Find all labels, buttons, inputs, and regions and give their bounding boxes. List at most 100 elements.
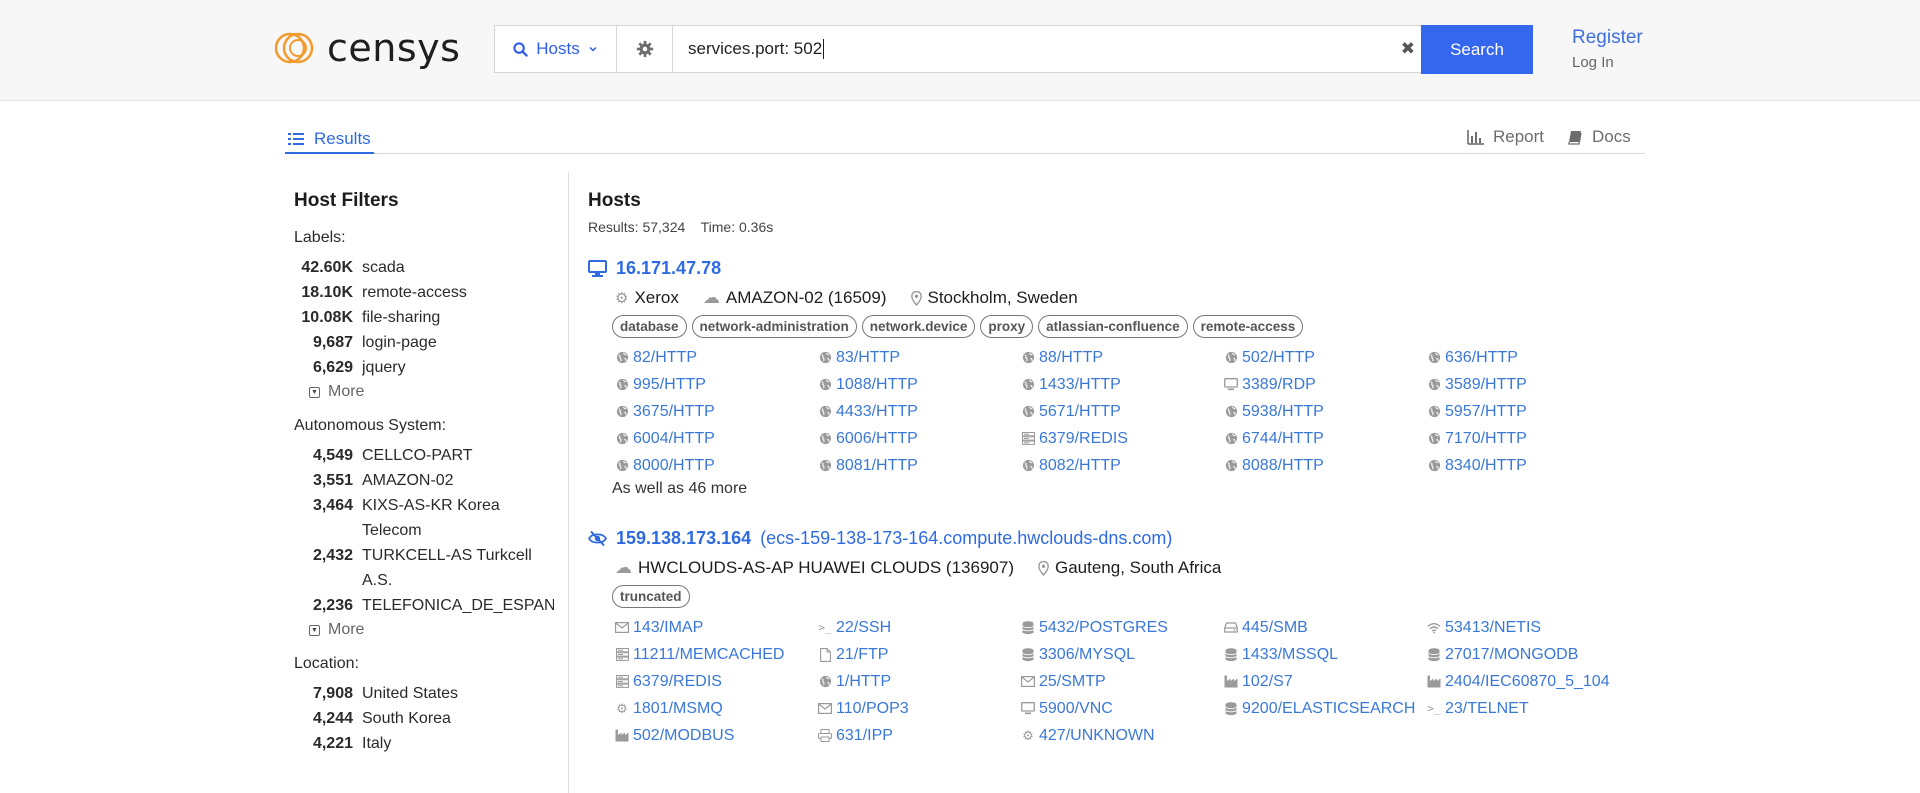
search-type-dropdown[interactable]: Hosts	[495, 26, 617, 72]
service-link[interactable]: 6379/REDIS	[615, 668, 818, 695]
service-link[interactable]: 83/HTTP	[818, 344, 1021, 371]
more-filters-button[interactable]: ▼ More	[309, 621, 554, 639]
more-filters-button[interactable]: ▼ More	[309, 383, 554, 401]
tab-results[interactable]: Results	[285, 125, 374, 154]
host-ip-link[interactable]: 16.171.47.78	[616, 258, 721, 279]
globe-icon	[818, 432, 832, 446]
server-icon	[615, 648, 629, 662]
service-link[interactable]: 1433/MSSQL	[1224, 641, 1427, 668]
service-link[interactable]: 6006/HTTP	[818, 425, 1021, 452]
service-label: 9200/ELASTICSEARCH	[1242, 699, 1416, 717]
filter-item[interactable]: 10.08K file-sharing	[294, 305, 554, 330]
service-link[interactable]: 8340/HTTP	[1427, 452, 1630, 479]
label-badge[interactable]: atlassian-confluence	[1038, 315, 1188, 338]
service-link[interactable]: 636/HTTP	[1427, 344, 1630, 371]
database-icon	[1427, 647, 1441, 662]
service-link[interactable]: 1433/HTTP	[1021, 371, 1224, 398]
filter-item[interactable]: 9,687 login-page	[294, 330, 554, 355]
service-link[interactable]: 6379/REDIS	[1021, 425, 1224, 452]
label-badge[interactable]: truncated	[612, 585, 690, 608]
service-link[interactable]: 8081/HTTP	[818, 452, 1021, 479]
service-link[interactable]: 4433/HTTP	[818, 398, 1021, 425]
service-link[interactable]: 9200/ELASTICSEARCH	[1224, 695, 1427, 722]
service-link[interactable]: ⚙ 427/UNKNOWN	[1021, 722, 1224, 749]
service-link[interactable]: 5938/HTTP	[1224, 398, 1427, 425]
service-link[interactable]: 53413/NETIS	[1427, 614, 1630, 641]
label-badge[interactable]: database	[612, 315, 687, 338]
globe-icon	[1427, 432, 1441, 446]
service-link[interactable]: 82/HTTP	[615, 344, 818, 371]
label-badge[interactable]: proxy	[980, 315, 1034, 338]
register-link[interactable]: Register	[1572, 27, 1643, 49]
label-badge[interactable]: remote-access	[1192, 315, 1304, 338]
service-link[interactable]: 995/HTTP	[615, 371, 818, 398]
filter-item[interactable]: 4,549 CELLCO-PART	[294, 443, 554, 468]
host-ip-link[interactable]: 159.138.173.164	[616, 528, 751, 549]
service-link[interactable]: 102/S7	[1224, 668, 1427, 695]
filter-item[interactable]: 3,464 KIXS-AS-KR Korea Telecom	[294, 493, 554, 543]
filter-item[interactable]: 4,244 South Korea	[294, 706, 554, 731]
filter-item[interactable]: 2,236 TELEFONICA_DE_ESPAN	[294, 593, 554, 618]
filter-item[interactable]: 7,908 United States	[294, 681, 554, 706]
filter-item[interactable]: 2,432 TURKCELL-AS Turkcell A.S.	[294, 543, 554, 593]
filter-label: TURKCELL-AS Turkcell A.S.	[362, 547, 532, 589]
login-link[interactable]: Log In	[1572, 54, 1614, 71]
service-link[interactable]: 502/HTTP	[1224, 344, 1427, 371]
censys-logo[interactable]: censys	[275, 28, 460, 68]
search-button[interactable]: Search	[1421, 25, 1533, 74]
service-link[interactable]: 5957/HTTP	[1427, 398, 1630, 425]
service-link[interactable]: 502/MODBUS	[615, 722, 818, 749]
service-link[interactable]: 445/SMB	[1224, 614, 1427, 641]
service-link[interactable]: 25/SMTP	[1021, 668, 1224, 695]
service-link[interactable]: >_ 22/SSH	[818, 614, 1021, 641]
database-icon	[1021, 647, 1035, 662]
service-link[interactable]: 3589/HTTP	[1427, 371, 1630, 398]
drive-icon	[1224, 621, 1238, 635]
service-link[interactable]: 8082/HTTP	[1021, 452, 1224, 479]
host-dns-name[interactable]: (ecs-159-138-173-164.compute.hwclouds-dn…	[760, 528, 1172, 549]
filter-count: 3,464	[312, 497, 353, 514]
service-link[interactable]: 143/IMAP	[615, 614, 818, 641]
service-link[interactable]: 110/POP3	[818, 695, 1021, 722]
clear-icon[interactable]: ✖	[1401, 39, 1415, 59]
service-label: 2404/IEC60870_5_104	[1445, 672, 1610, 690]
filter-item[interactable]: 4,221 Italy	[294, 731, 554, 756]
service-link[interactable]: 3675/HTTP	[615, 398, 818, 425]
service-link[interactable]: 8088/HTTP	[1224, 452, 1427, 479]
tab-docs[interactable]: Docs	[1568, 127, 1631, 147]
service-link[interactable]: 6004/HTTP	[615, 425, 818, 452]
service-link[interactable]: 2404/IEC60870_5_104	[1427, 668, 1630, 695]
service-link[interactable]: 11211/MEMCACHED	[615, 641, 818, 668]
service-link[interactable]: >_ 23/TELNET	[1427, 695, 1630, 722]
service-link[interactable]: 1/HTTP	[818, 668, 1021, 695]
filter-label: jquery	[362, 359, 406, 376]
filter-group-title: Autonomous System:	[294, 417, 447, 434]
search-settings-button[interactable]	[617, 26, 673, 72]
label-badge[interactable]: network.device	[861, 315, 976, 338]
service-link[interactable]: 88/HTTP	[1021, 344, 1224, 371]
service-link[interactable]: 21/FTP	[818, 641, 1021, 668]
service-link[interactable]: ⚙ 1801/MSMQ	[615, 695, 818, 722]
service-link[interactable]: 5671/HTTP	[1021, 398, 1224, 425]
filter-item[interactable]: 42.60K scada	[294, 255, 554, 280]
service-link[interactable]: 27017/MONGODB	[1427, 641, 1630, 668]
service-link[interactable]: 8000/HTTP	[615, 452, 818, 479]
filter-item[interactable]: 3,551 AMAZON-02	[294, 468, 554, 493]
service-link[interactable]: 6744/HTTP	[1224, 425, 1427, 452]
search-input[interactable]: services.port: 502	[673, 26, 1401, 72]
service-link[interactable]: 5900/VNC	[1021, 695, 1224, 722]
tab-report[interactable]: Report	[1467, 127, 1544, 147]
service-link[interactable]: 3306/MYSQL	[1021, 641, 1224, 668]
desktop-icon	[588, 260, 607, 277]
service-link[interactable]: 5432/POSTGRES	[1021, 614, 1224, 641]
service-link[interactable]: 1088/HTTP	[818, 371, 1021, 398]
service-link[interactable]: 7170/HTTP	[1427, 425, 1630, 452]
label-badge[interactable]: network-administration	[691, 315, 857, 338]
filter-item[interactable]: 6,629 jquery	[294, 355, 554, 380]
globe-icon	[1224, 459, 1238, 473]
service-link[interactable]: 3389/RDP	[1224, 371, 1427, 398]
service-link[interactable]: 631/IPP	[818, 722, 1021, 749]
factory-icon	[1427, 675, 1441, 689]
filter-item[interactable]: 18.10K remote-access	[294, 280, 554, 305]
service-label: 102/S7	[1242, 672, 1293, 690]
